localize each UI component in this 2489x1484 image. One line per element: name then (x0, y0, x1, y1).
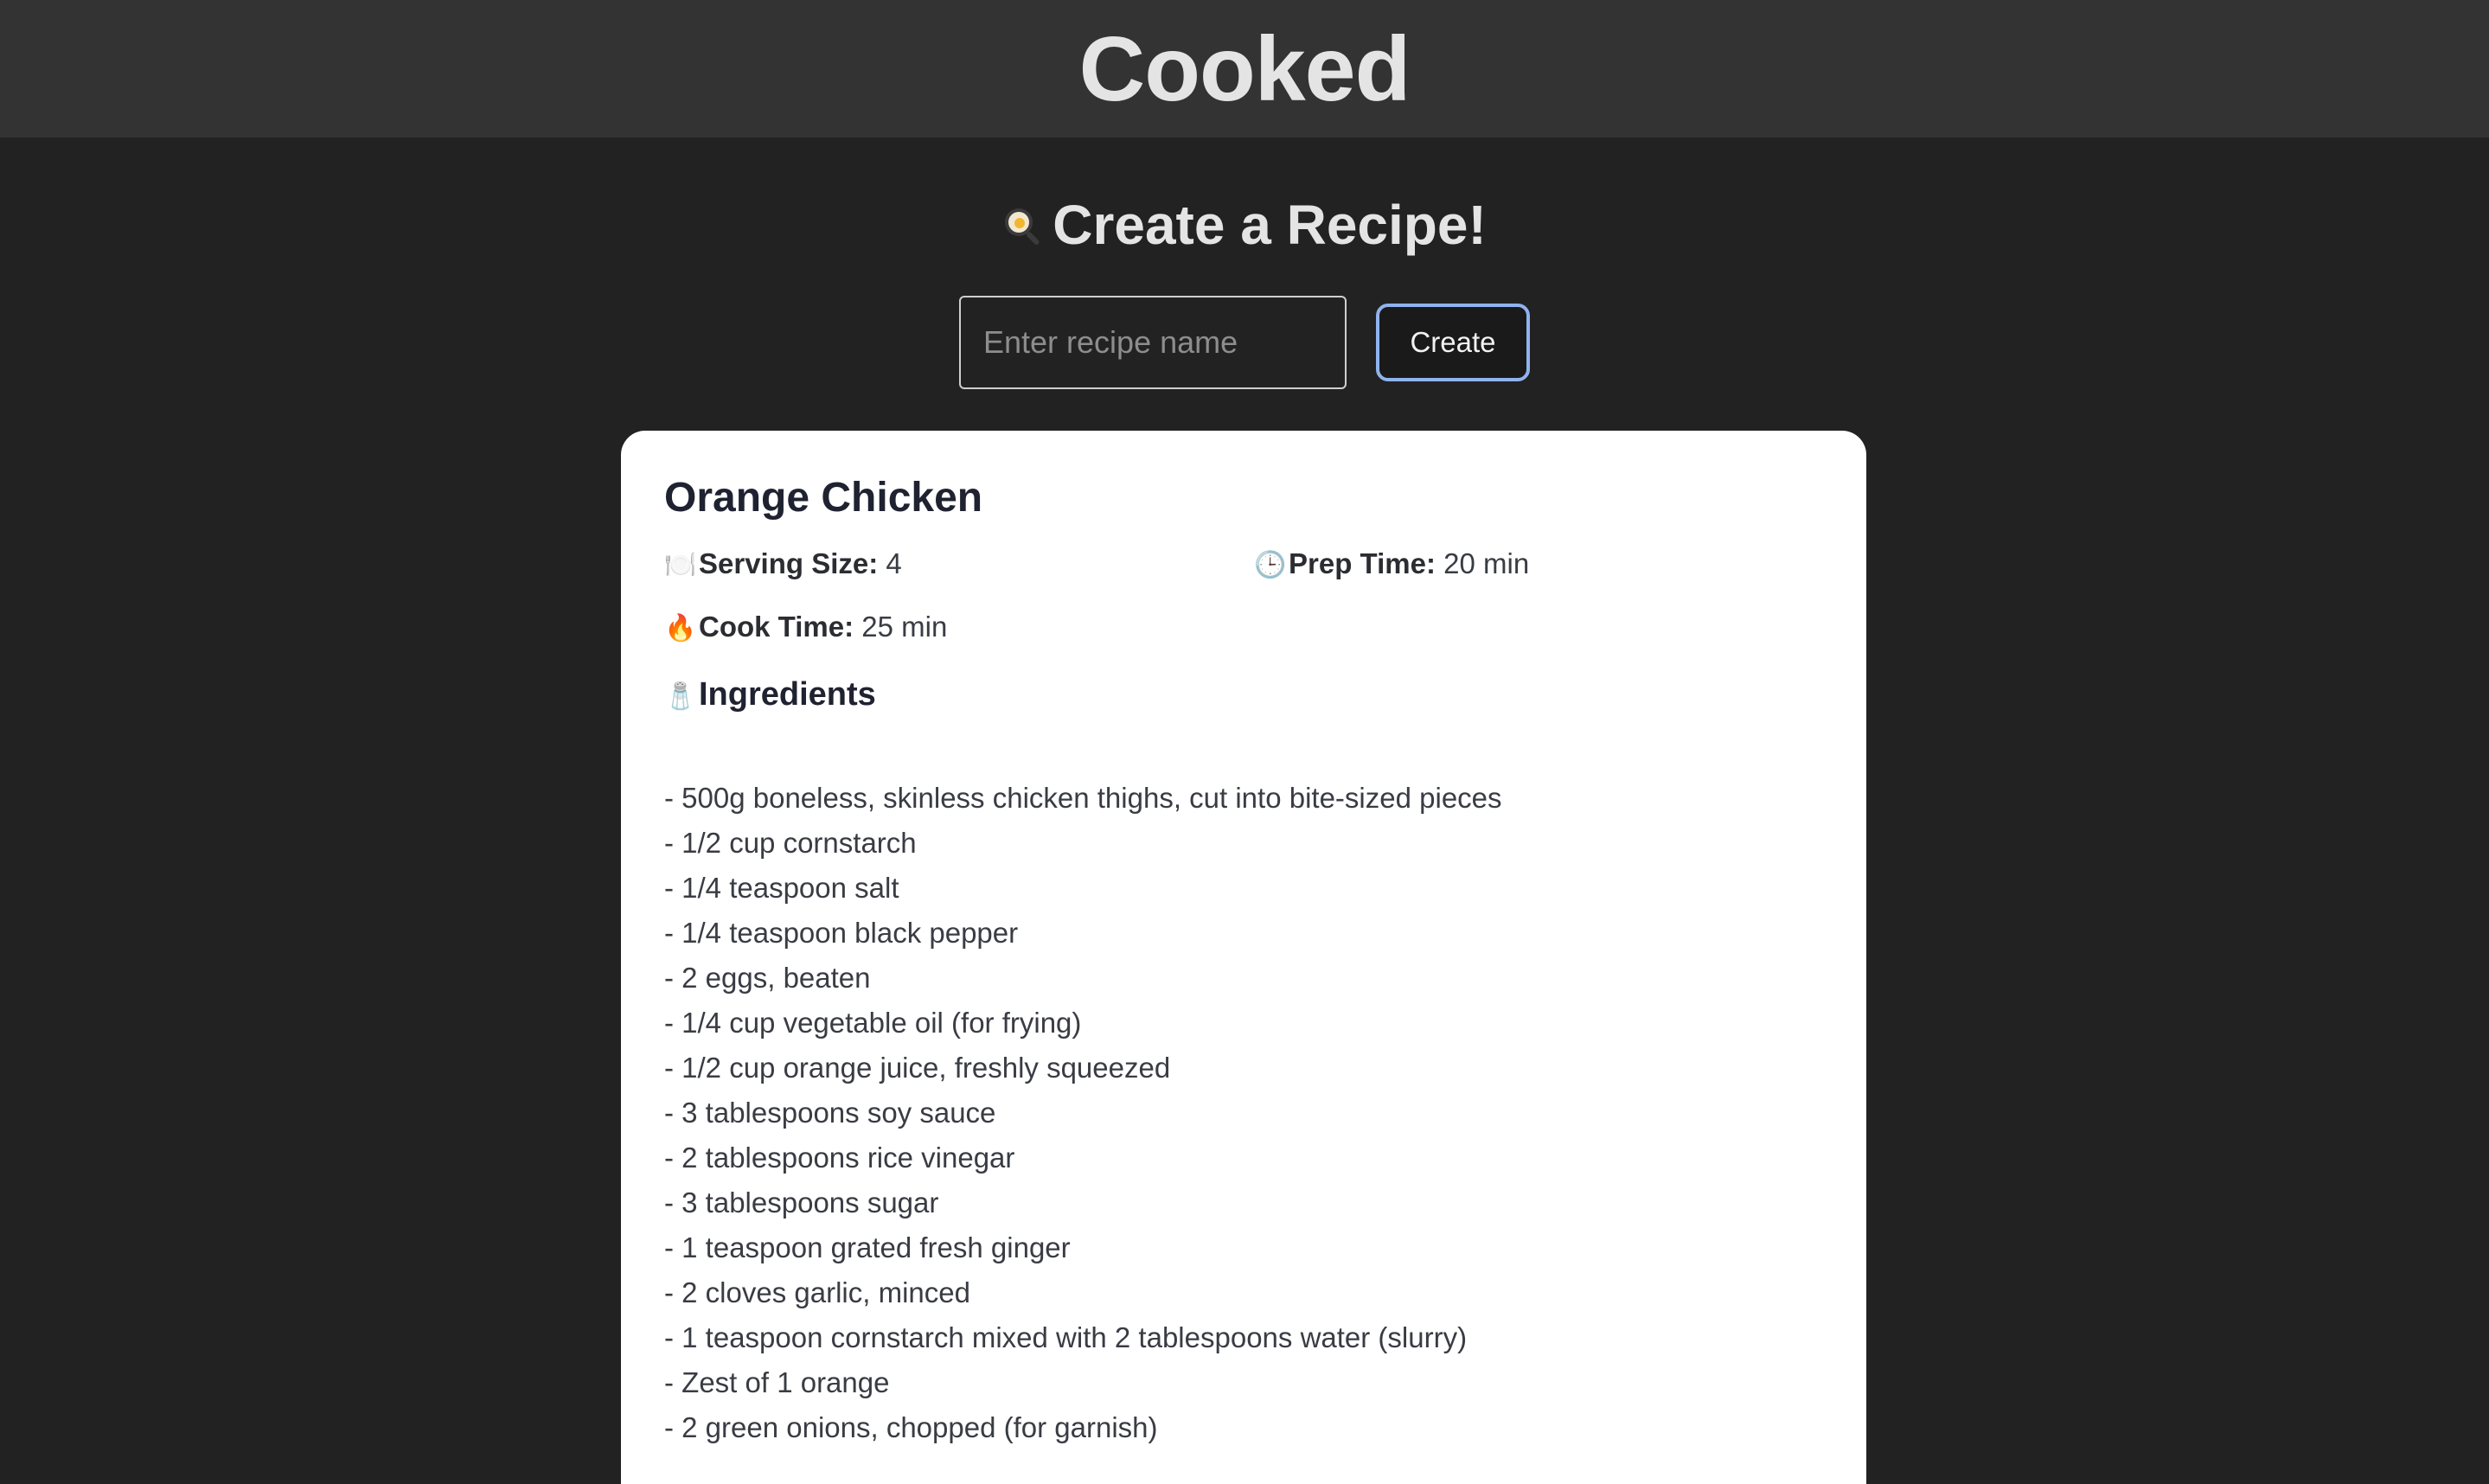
list-item: - 1/2 cup orange juice, freshly squeezed (664, 1051, 1171, 1084)
prep-time-label: Prep Time: (1289, 547, 1436, 580)
create-button[interactable]: Create (1376, 304, 1530, 381)
list-item: - Zest of 1 orange (664, 1366, 890, 1398)
cook-time-label: Cook Time: (699, 611, 854, 643)
cook-time: 🔥Cook Time: 25 min (664, 607, 1254, 648)
list-item: - 3 tablespoons soy sauce (664, 1096, 996, 1129)
list-item: - 2 tablespoons rice vinegar (664, 1141, 1015, 1174)
ingredients-heading-text: Ingredients (699, 676, 876, 713)
list-item: - 2 green onions, chopped (for garnish) (664, 1410, 1158, 1443)
list-item: - 1 teaspoon cornstarch mixed with 2 tab… (664, 1321, 1468, 1353)
ingredients-list: - 500g boneless, skinless chicken thighs… (664, 776, 1823, 1450)
serving-size-value: 4 (886, 547, 902, 580)
prep-time: 🕒Prep Time: 20 min (1254, 544, 1823, 585)
list-item: - 1/2 cup cornstarch (664, 826, 917, 859)
app-header: Cooked (0, 0, 2489, 138)
recipe-card: Orange Chicken 🍽️Serving Size: 4 🕒Prep T… (621, 431, 1866, 1484)
create-recipe-heading: Create a Recipe! (0, 195, 2489, 255)
salt-shaker-icon: 🧂 (664, 682, 697, 712)
plate-cutlery-icon: 🍽️ (664, 551, 697, 580)
create-recipe-form: Create (0, 296, 2489, 389)
recipe-meta: 🍽️Serving Size: 4 🕒Prep Time: 20 min 🔥Co… (664, 544, 1823, 648)
list-item: - 1/4 teaspoon black pepper (664, 916, 1019, 949)
app-title: Cooked (1078, 17, 1411, 120)
main-content: Create a Recipe! Create Orange Chicken 🍽… (0, 138, 2489, 1484)
list-item: - 1 teaspoon grated fresh ginger (664, 1231, 1071, 1263)
cook-time-value: 25 min (861, 611, 948, 643)
list-item: - 1/4 teaspoon salt (664, 871, 899, 904)
recipe-title: Orange Chicken (664, 475, 983, 521)
serving-size-label: Serving Size: (699, 547, 879, 580)
serving-size: 🍽️Serving Size: 4 (664, 544, 1254, 585)
frying-pan-icon (1002, 195, 1044, 255)
list-item: - 1/4 cup vegetable oil (for frying) (664, 1006, 1082, 1039)
list-item: - 2 cloves garlic, minced (664, 1276, 970, 1308)
create-recipe-heading-text: Create a Recipe! (1053, 194, 1487, 256)
list-item: - 500g boneless, skinless chicken thighs… (664, 781, 1502, 814)
clock-icon: 🕒 (1254, 551, 1287, 580)
recipe-name-input[interactable] (959, 296, 1347, 389)
list-item: - 2 eggs, beaten (664, 961, 871, 994)
ingredients-heading: 🧂Ingredients (664, 675, 1823, 715)
list-item: - 3 tablespoons sugar (664, 1186, 939, 1219)
prep-time-value: 20 min (1443, 547, 1530, 580)
fire-icon: 🔥 (664, 614, 697, 643)
